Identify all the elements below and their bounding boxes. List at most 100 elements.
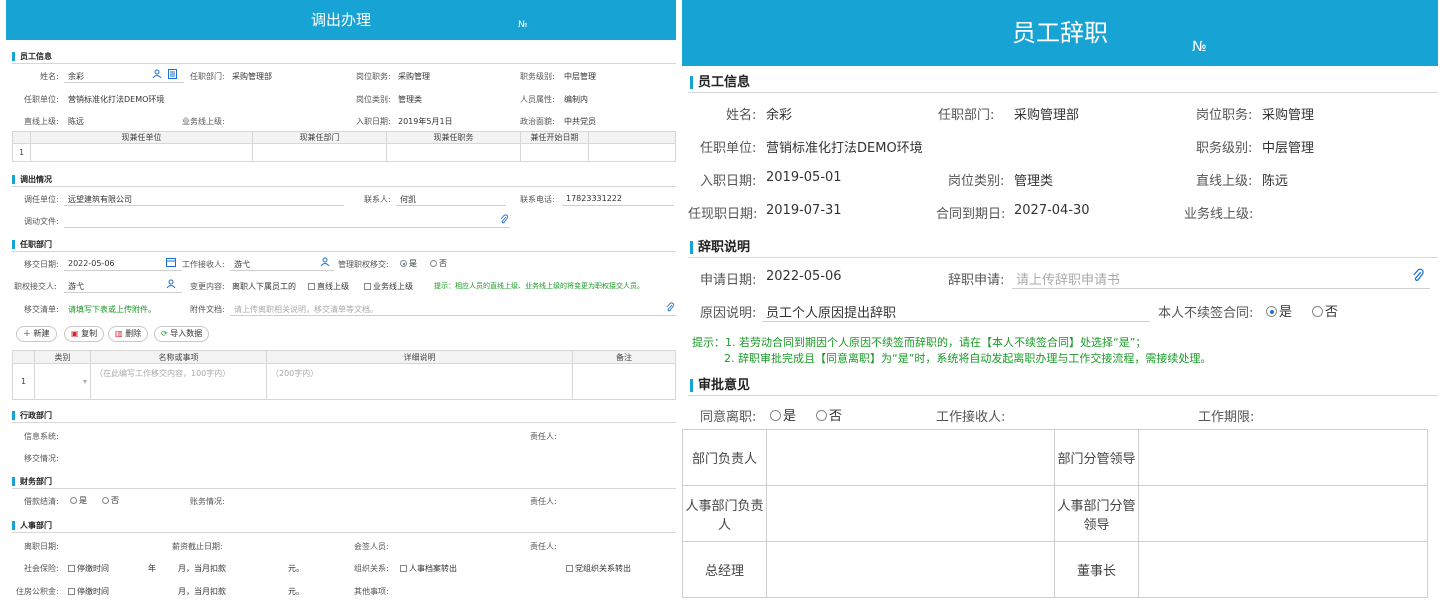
col-header: 现兼任单位: [30, 131, 253, 144]
fund-stop-checkbox[interactable]: 停缴时间: [68, 586, 109, 597]
divider: [12, 488, 676, 489]
import-button[interactable]: ⟳ 导入数据: [154, 326, 210, 342]
handover-status-label: 移交情况:: [24, 454, 59, 463]
party-checkbox[interactable]: 党组织关系转出: [566, 563, 631, 574]
resign-apply-placeholder[interactable]: 请上传辞职申请书: [1016, 269, 1120, 288]
countersign-label: 会签人员:: [354, 542, 389, 551]
transfer-file-label: 调动文件:: [24, 217, 59, 226]
table-cell[interactable]: [30, 143, 253, 162]
dept-label: 任职部门:: [938, 108, 995, 123]
table-cell[interactable]: [252, 143, 387, 162]
work-receiver-label: 工作接收人:: [936, 410, 1006, 425]
paperclip-icon[interactable]: [1412, 268, 1424, 286]
radio-icon: [1266, 306, 1277, 317]
row-number: 1: [12, 363, 35, 400]
transfer-unit-value[interactable]: 远望建筑有限公司: [68, 194, 132, 205]
handover-date-value[interactable]: 2022-05-06: [68, 259, 115, 268]
dept-value: 采购管理部: [232, 72, 272, 81]
apply-date-value[interactable]: 2022-05-06: [766, 269, 842, 284]
remark-cell[interactable]: [572, 363, 676, 400]
work-receiver-label: 工作接收人:: [182, 260, 225, 269]
category-select[interactable]: ▾: [34, 363, 91, 400]
transfer-out-form: 调出办理 № 员工信息 姓名: 余彩 任职部门: 采购管理部 岗位职务: 采购管…: [6, 0, 676, 603]
post-type-label: 岗位类别:: [356, 95, 391, 104]
table-cell[interactable]: [588, 143, 676, 162]
attachment-field-line: [230, 315, 676, 316]
detail-cell[interactable]: （200字内）: [266, 363, 573, 400]
no-renew-no-radio[interactable]: 否: [1312, 301, 1338, 320]
dept-value: 采购管理部: [1014, 108, 1080, 123]
form-number-label: №: [518, 20, 528, 30]
divider: [12, 63, 676, 64]
radio-icon: [770, 410, 781, 421]
auth-line: [64, 292, 182, 293]
no-renew-yes-radio[interactable]: 是: [1266, 301, 1292, 320]
dept-lead-opinion[interactable]: [1138, 429, 1428, 486]
col-header: 现兼任职务: [386, 131, 521, 144]
housing-fund-label: 住房公积金:: [16, 587, 59, 596]
transfer-file-field[interactable]: [64, 227, 510, 228]
name-label: 姓名:: [40, 72, 59, 81]
month-deduct-label: 月，当月扣款: [178, 564, 226, 573]
list-icon[interactable]: [168, 69, 177, 81]
chairman-opinion[interactable]: [1138, 541, 1428, 598]
boss-value: 陈远: [1262, 174, 1289, 189]
user-icon[interactable]: [166, 279, 176, 291]
change-content-value: 离职人下属员工的: [232, 282, 296, 291]
person-attr-value: 编制内: [564, 95, 588, 104]
form-header: 调出办理 №: [6, 0, 676, 40]
salary-end-label: 薪资截止日期:: [172, 542, 223, 551]
mgmt-yes-radio[interactable]: 是: [400, 258, 417, 269]
delete-button[interactable]: ▥ 删除: [108, 326, 149, 342]
concurrent-post-table: 现兼任单位 现兼任部门 现兼任职务 兼任开始日期 1: [12, 131, 676, 162]
contact-value[interactable]: 何凯: [400, 194, 416, 205]
name-cell[interactable]: （在此编写工作移交内容，100字内）: [90, 363, 267, 400]
yuan-label: 元。: [288, 587, 304, 596]
user-icon[interactable]: [152, 69, 162, 81]
post-value: 采购管理: [1262, 108, 1315, 123]
year-label: 年: [148, 564, 156, 573]
table-cell[interactable]: [386, 143, 521, 162]
agree-yes-radio[interactable]: 是: [770, 405, 796, 424]
archive-checkbox[interactable]: 人事档案转出: [400, 563, 457, 574]
table-cell[interactable]: [520, 143, 589, 162]
attachment-placeholder[interactable]: 请上传离职相关说明，移交清单等文档。: [234, 304, 378, 315]
reason-value[interactable]: 员工个人原因提出辞职: [766, 302, 896, 321]
phone-value[interactable]: 17823331222: [566, 194, 622, 203]
copy-button[interactable]: ▣ 复制: [64, 326, 105, 342]
checkbox-icon: [68, 588, 75, 595]
politics-value: 中共党员: [564, 117, 596, 126]
biz-boss-checkbox[interactable]: 业务线上级: [364, 281, 413, 292]
radio-icon: [816, 410, 827, 421]
dept-head-opinion[interactable]: [766, 429, 1055, 486]
transfer-unit-line: [64, 205, 344, 206]
paperclip-icon[interactable]: [666, 302, 674, 314]
info-system-label: 信息系统:: [24, 432, 59, 441]
radio-icon: [1312, 306, 1323, 317]
leave-date-label: 离职日期:: [24, 542, 59, 551]
hr-head-opinion[interactable]: [766, 485, 1055, 542]
gm-label: 总经理: [682, 541, 767, 598]
calendar-icon[interactable]: [166, 257, 176, 269]
auth-receiver-value[interactable]: 游弋: [68, 281, 84, 292]
chairman-label: 董事长: [1054, 541, 1139, 598]
new-button[interactable]: ＋ 新建: [16, 326, 57, 342]
paperclip-icon[interactable]: [500, 214, 508, 226]
loan-yes-radio[interactable]: 是: [70, 495, 87, 506]
loan-no-radio[interactable]: 否: [102, 495, 119, 506]
work-period-label: 工作期限:: [1198, 410, 1255, 425]
mgmt-no-radio[interactable]: 否: [430, 258, 447, 269]
direct-boss-checkbox[interactable]: 直线上级: [308, 281, 349, 292]
agree-no-radio[interactable]: 否: [816, 405, 842, 424]
hr-lead-opinion[interactable]: [1138, 485, 1428, 542]
approval-table: 部门负责人 部门分管领导 人事部门负责人 人事部门分管领导 总经理 董事长: [682, 429, 1428, 598]
section-approval: 审批意见: [690, 379, 750, 392]
work-receiver-value[interactable]: 游弋: [234, 259, 250, 270]
user-icon[interactable]: [320, 257, 330, 269]
mgmt-transfer-label: 管理职权移交:: [338, 260, 389, 269]
resignation-form: 员工辞职 № 员工信息 姓名: 余彩 任职部门: 采购管理部 岗位职务: 采购管…: [682, 0, 1438, 603]
social-stop-checkbox[interactable]: 停缴时间: [68, 563, 109, 574]
gm-opinion[interactable]: [766, 541, 1055, 598]
resign-tip-1: 提示：1. 若劳动合同到期因个人原因不续签而辞职的，请在【本人不续签合同】处选择…: [692, 336, 1147, 349]
social-insurance-label: 社会保险:: [24, 564, 59, 573]
